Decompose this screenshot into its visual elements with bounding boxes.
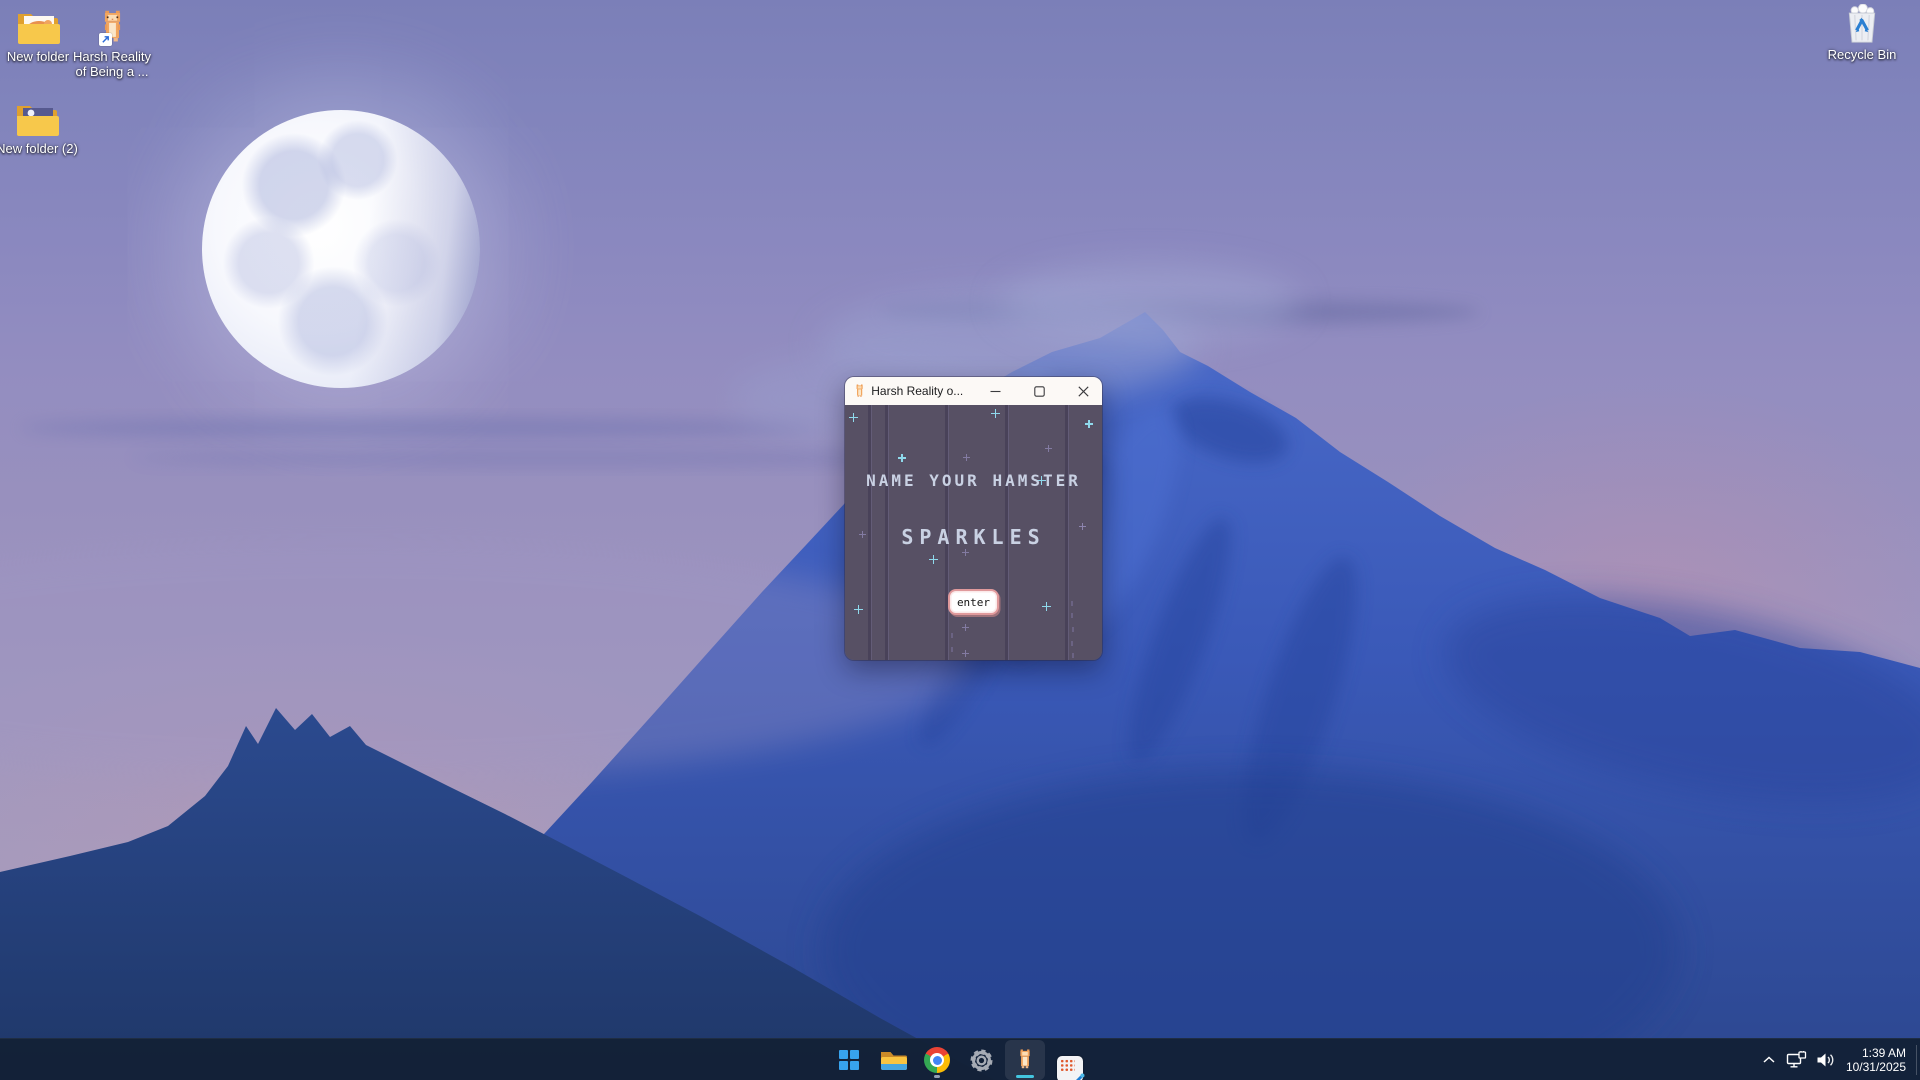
enter-button[interactable]: enter	[948, 589, 999, 615]
shortcut-arrow-icon	[99, 33, 112, 46]
pen-icon	[1073, 1071, 1085, 1080]
close-icon	[1078, 386, 1089, 397]
file-explorer-icon	[880, 1049, 907, 1072]
icon-label: New folder	[7, 49, 69, 64]
volume-button[interactable]	[1812, 1042, 1840, 1078]
maximize-button[interactable]	[1021, 377, 1058, 405]
game-window: Harsh Reality o... NAME	[845, 377, 1102, 660]
name-prompt-text: NAME YOUR HAMSTER	[845, 471, 1102, 490]
minimize-icon	[990, 386, 1001, 397]
desktop-icon-recycle-bin[interactable]: Recycle Bin	[1816, 6, 1908, 62]
network-button[interactable]	[1782, 1042, 1812, 1078]
ethernet-icon	[1786, 1051, 1808, 1069]
chrome-icon	[924, 1047, 950, 1073]
active-app-indicator	[1016, 1075, 1034, 1079]
system-tray: 1:39 AM 10/31/2025	[1756, 1039, 1916, 1080]
folder-icon	[14, 100, 60, 138]
taskbar: 1:39 AM 10/31/2025	[0, 1038, 1920, 1080]
hamster-game-icon	[1018, 1049, 1032, 1071]
icon-label: Harsh Reality of Being a ...	[69, 49, 155, 79]
icon-label: New folder (2)	[0, 141, 78, 156]
folder-icon	[15, 8, 61, 46]
file-explorer-button[interactable]	[873, 1040, 913, 1080]
settings-gear-icon	[968, 1047, 995, 1074]
window-hamster-icon	[855, 383, 864, 400]
maximize-icon	[1034, 386, 1045, 397]
speaker-icon	[1816, 1052, 1836, 1068]
show-desktop-button[interactable]	[1916, 1045, 1920, 1075]
paint-app-button[interactable]	[1057, 1056, 1083, 1080]
hamster-game-button[interactable]	[1005, 1040, 1045, 1080]
hidden-icons-chevron[interactable]	[1756, 1042, 1782, 1078]
window-title: Harsh Reality o...	[871, 384, 963, 398]
tray-time: 1:39 AM	[1846, 1046, 1906, 1061]
start-button[interactable]	[829, 1040, 869, 1080]
desktop-icon-new-folder-2[interactable]: New folder (2)	[0, 100, 83, 156]
hamster-name-value: SPARKLES	[845, 525, 1102, 549]
taskbar-center-icons	[829, 1039, 1045, 1080]
windows-logo-icon	[839, 1050, 859, 1070]
minimize-button[interactable]	[977, 377, 1014, 405]
chevron-up-icon	[1762, 1054, 1776, 1066]
close-button[interactable]	[1065, 377, 1102, 405]
recycle-bin-icon	[1843, 6, 1881, 44]
settings-button[interactable]	[961, 1040, 1001, 1080]
tray-date: 10/31/2025	[1846, 1060, 1906, 1075]
window-titlebar[interactable]: Harsh Reality o...	[845, 377, 1102, 405]
taskbar-clock[interactable]: 1:39 AM 10/31/2025	[1840, 1046, 1916, 1075]
icon-label: Recycle Bin	[1828, 47, 1897, 62]
game-content: NAME YOUR HAMSTER SPARKLES enter	[845, 405, 1102, 660]
hamster-pixel-icon	[101, 8, 124, 46]
desktop-icon-hamster-shortcut[interactable]: Harsh Reality of Being a ...	[66, 8, 158, 79]
chrome-button[interactable]	[917, 1040, 957, 1080]
chrome-running-indicator	[934, 1075, 940, 1078]
